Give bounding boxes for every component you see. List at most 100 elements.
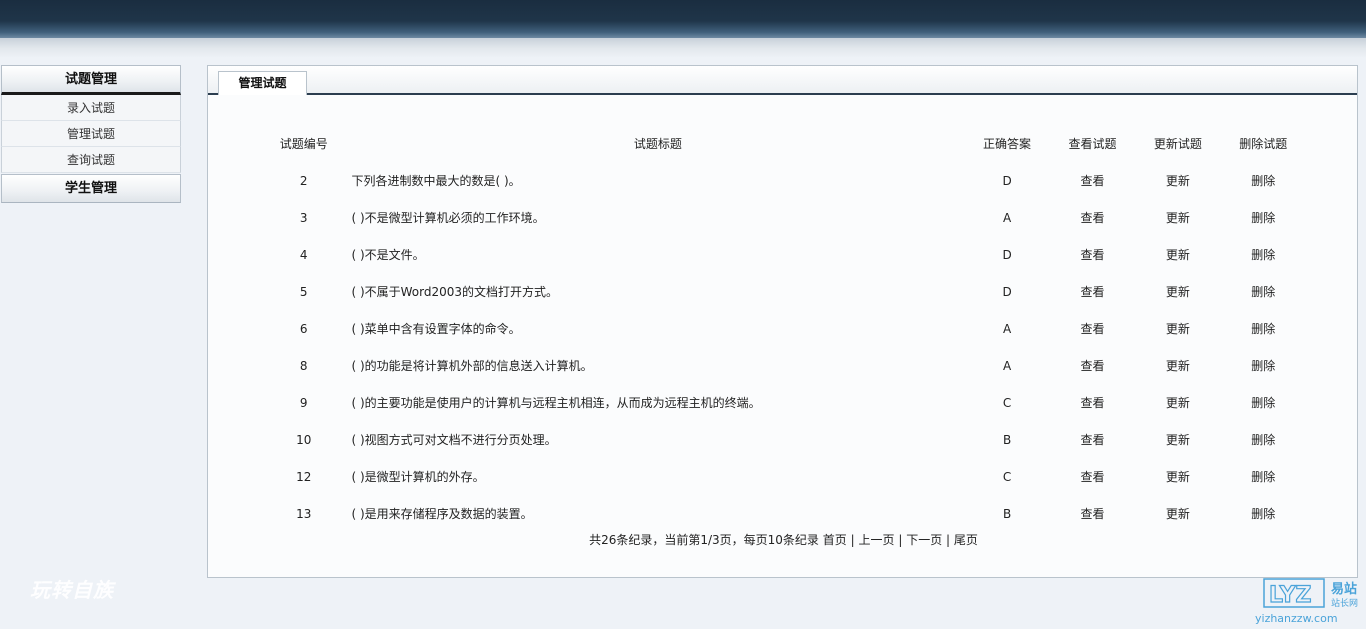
question-id-cell: 4 [299,247,308,262]
main-panel: 管理试题 试题编号 试题标题 正确答案 查看试题 更新试题 删除试题 2 下列各进… [207,65,1358,578]
correct-answer-cell: C [1002,469,1012,484]
question-title-cell: ( )是微型计算机的外存。 [351,470,485,484]
sidebar-item-search-questions[interactable]: 查询试题 [1,147,181,173]
correct-answer-cell: A [1002,210,1012,225]
update-link[interactable]: 更新 [1135,347,1220,384]
tab-manage-questions[interactable]: 管理试题 [218,71,307,95]
delete-link[interactable]: 删除 [1221,495,1306,532]
question-id-cell: 2 [299,173,308,188]
header-view-question: 查看试题 [1068,137,1117,151]
sidebar: 试题管理 录入试题 管理试题 查询试题 学生管理 [1,65,181,203]
update-link[interactable]: 更新 [1135,199,1220,236]
sidebar-section-question-management[interactable]: 试题管理 [1,65,181,95]
view-link[interactable]: 查看 [1050,421,1135,458]
table-row: 10 ( )视图方式可对文档不进行分页处理。 B 查看 更新 删除 [256,421,1306,458]
question-title-cell: ( )不是文件。 [351,248,425,262]
update-link[interactable]: 更新 [1135,495,1220,532]
correct-answer-cell: D [1002,173,1012,188]
panel-header: 管理试题 [208,66,1357,95]
correct-answer-cell: D [1002,284,1012,299]
update-link[interactable]: 更新 [1135,421,1220,458]
view-link[interactable]: 查看 [1050,384,1135,421]
delete-link[interactable]: 删除 [1221,384,1306,421]
question-id-cell: 5 [299,284,308,299]
view-link[interactable]: 查看 [1050,273,1135,310]
question-id-cell: 3 [299,210,308,225]
sidebar-item-add-question[interactable]: 录入试题 [1,95,181,121]
question-id-cell: 9 [299,395,308,410]
pagination-first-link[interactable]: 首页 [823,533,847,547]
delete-link[interactable]: 删除 [1221,421,1306,458]
view-link[interactable]: 查看 [1050,458,1135,495]
delete-link[interactable]: 删除 [1221,199,1306,236]
sidebar-section-student-management[interactable]: 学生管理 [1,174,181,203]
watermark-brand: 易站 [1331,582,1358,597]
table-row: 12 ( )是微型计算机的外存。 C 查看 更新 删除 [256,458,1306,495]
view-link[interactable]: 查看 [1050,236,1135,273]
view-link[interactable]: 查看 [1050,199,1135,236]
update-link[interactable]: 更新 [1135,273,1220,310]
pagination-separator: | [946,533,951,547]
correct-answer-cell: C [1002,395,1012,410]
table-row: 2 下列各进制数中最大的数是( )。 D 查看 更新 删除 [256,162,1306,199]
watermark-brand-sub: 站长网 [1331,599,1359,609]
view-link[interactable]: 查看 [1050,495,1135,532]
table-header-row: 试题编号 试题标题 正确答案 查看试题 更新试题 删除试题 [256,125,1306,162]
update-link[interactable]: 更新 [1135,310,1220,347]
question-title-cell: ( )的主要功能是使用户的计算机与远程主机相连，从而成为远程主机的终端。 [351,396,761,410]
view-link[interactable]: 查看 [1050,347,1135,384]
site-logo-icon: LYZ [1263,578,1325,608]
view-link[interactable]: 查看 [1050,162,1135,199]
table-row: 3 ( )不是微型计算机必须的工作环境。 A 查看 更新 删除 [256,199,1306,236]
question-id-cell: 6 [299,321,308,336]
table-body: 2 下列各进制数中最大的数是( )。 D 查看 更新 删除 3( )不是微型计算机必须的工作… [256,162,1306,532]
pagination-next-link[interactable]: 下一页 [906,533,942,547]
question-title-cell: ( )的功能是将计算机外部的信息送入计算机。 [351,359,593,373]
question-title-cell: 下列各进制数中最大的数是( )。 [351,174,521,188]
question-id-cell: 13 [296,506,312,521]
correct-answer-cell: B [1002,506,1012,521]
sidebar-item-manage-questions[interactable]: 管理试题 [1,121,181,147]
delete-link[interactable]: 删除 [1221,458,1306,495]
table-row: 9 ( )的主要功能是使用户的计算机与远程主机相连，从而成为远程主机的终端。 C 查看… [256,384,1306,421]
question-id-cell: 8 [299,358,308,373]
question-title-cell: ( )不是微型计算机必须的工作环境。 [351,211,545,225]
header-delete-question: 删除试题 [1239,137,1288,151]
pagination-separator: | [898,533,903,547]
correct-answer-cell: A [1002,321,1012,336]
correct-answer-cell: B [1002,432,1012,447]
svg-text:LYZ: LYZ [1269,583,1311,608]
delete-link[interactable]: 删除 [1221,310,1306,347]
top-banner [0,0,1366,38]
delete-link[interactable]: 删除 [1221,347,1306,384]
delete-link[interactable]: 删除 [1221,273,1306,310]
update-link[interactable]: 更新 [1135,236,1220,273]
delete-link[interactable]: 删除 [1221,236,1306,273]
top-strip [0,38,1366,58]
table-row: 4 ( )不是文件。 D 查看 更新 删除 [256,236,1306,273]
questions-table: 试题编号 试题标题 正确答案 查看试题 更新试题 删除试题 2 下列各进制数中最大… [256,125,1306,532]
pagination-prev-link[interactable]: 上一页 [858,533,894,547]
question-title-cell: ( )是用来存储程序及数据的装置。 [351,507,533,521]
update-link[interactable]: 更新 [1135,458,1220,495]
pagination-separator: | [850,533,855,547]
table-row: 13 ( )是用来存储程序及数据的装置。 B 查看 更新 删除 [256,495,1306,532]
pagination: 共26条纪录，当前第1/3页，每页10条纪录 首页 | 上一页 | 下一页 | … [208,531,1359,549]
question-title-cell: ( )不属于Word2003的文档打开方式。 [351,285,559,299]
update-link[interactable]: 更新 [1135,162,1220,199]
view-link[interactable]: 查看 [1050,310,1135,347]
watermark-right: LYZ 易站 站长网 yizhanzzw.com [1255,576,1363,626]
header-update-question: 更新试题 [1153,137,1202,151]
watermark-left: 玩转自族 [30,578,114,602]
table-row: 5 ( )不属于Word2003的文档打开方式。 D 查看 更新 删除 [256,273,1306,310]
correct-answer-cell: D [1002,247,1012,262]
panel-body: 试题编号 试题标题 正确答案 查看试题 更新试题 删除试题 2 下列各进制数中最大… [208,95,1357,577]
pagination-summary: 共26条纪录，当前第1/3页，每页10条纪录 [589,533,819,547]
question-id-cell: 12 [296,469,312,484]
update-link[interactable]: 更新 [1135,384,1220,421]
question-title-cell: ( )菜单中含有设置字体的命令。 [351,322,521,336]
question-id-cell: 10 [296,432,312,447]
delete-link[interactable]: 删除 [1221,162,1306,199]
pagination-last-link[interactable]: 尾页 [954,533,978,547]
correct-answer-cell: A [1002,358,1012,373]
